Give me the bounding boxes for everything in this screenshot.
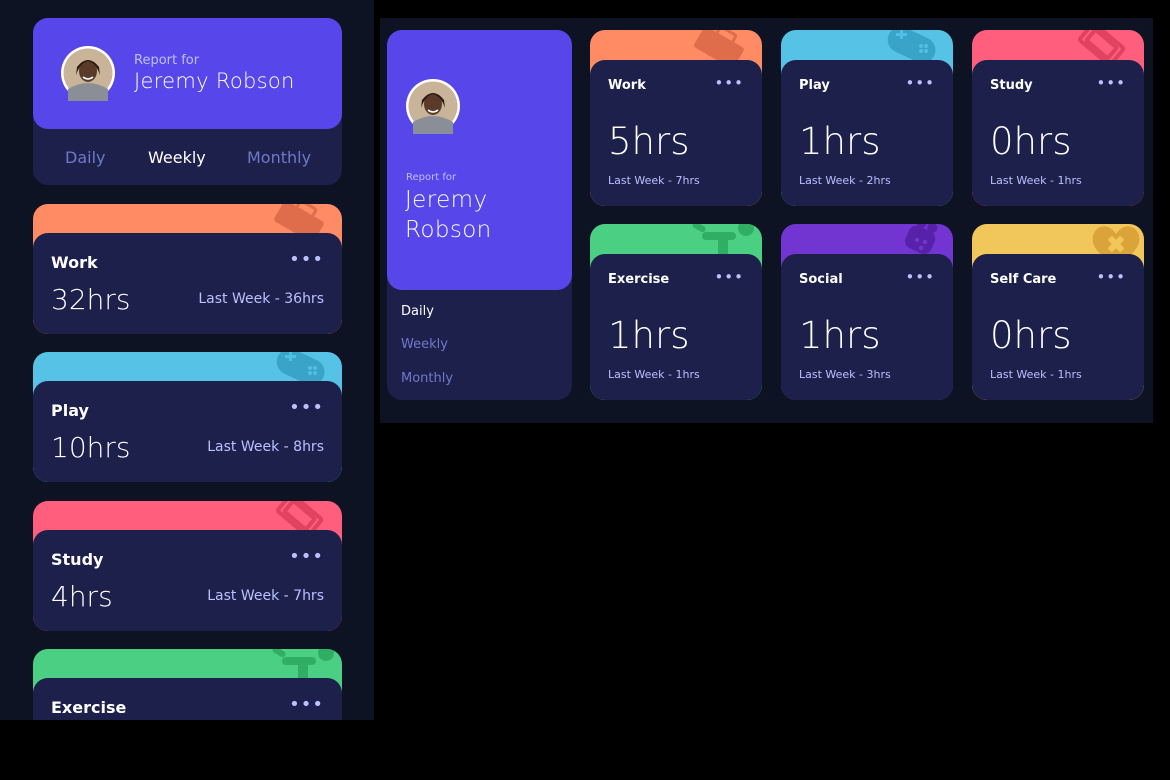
tab-monthly[interactable]: Monthly: [401, 371, 453, 386]
exercise-card[interactable]: Exercise •••: [33, 649, 342, 720]
study-card[interactable]: Study ••• 4hrs Last Week - 7hrs: [33, 501, 342, 631]
work-card-body: Work ••• 5hrs Last Week - 7hrs: [590, 60, 762, 206]
profile-header: Report for Jeremy Robson: [387, 30, 572, 290]
tab-daily[interactable]: Daily: [65, 148, 105, 167]
exercise-card-body: Exercise ••• 1hrs Last Week - 1hrs: [590, 254, 762, 400]
social-icon: [905, 224, 938, 254]
social-card-body: Social ••• 1hrs Last Week - 3hrs: [781, 254, 953, 400]
ellipsis-icon[interactable]: •••: [905, 270, 935, 285]
timeframe-tabs: Daily Weekly Monthly: [33, 148, 342, 168]
profile-header: Report for Jeremy Robson: [33, 18, 342, 129]
tab-weekly[interactable]: Weekly: [401, 337, 448, 352]
previous-hours: Last Week - 1hrs: [990, 174, 1082, 187]
current-hours: 4hrs: [51, 580, 113, 613]
avatar: [406, 79, 460, 134]
card-title: Self Care: [990, 272, 1057, 287]
exercise-card-body: Exercise •••: [33, 678, 342, 720]
user-name: Jeremy Robson: [405, 185, 565, 245]
report-for-label: Report for: [406, 172, 457, 183]
profile-card: Report for Jeremy Robson Daily Weekly Mo…: [387, 30, 572, 400]
work-card-body: Work ••• 32hrs Last Week - 36hrs: [33, 233, 342, 334]
self-care-card[interactable]: Self Care ••• 0hrs Last Week - 1hrs: [972, 224, 1144, 400]
ellipsis-icon[interactable]: •••: [714, 76, 744, 91]
avatar: [61, 46, 115, 101]
current-hours: 1hrs: [608, 314, 690, 357]
ellipsis-icon[interactable]: •••: [905, 76, 935, 91]
work-card[interactable]: Work ••• 5hrs Last Week - 7hrs: [590, 30, 762, 206]
play-card[interactable]: Play ••• 1hrs Last Week - 2hrs: [781, 30, 953, 206]
card-title: Work: [608, 78, 646, 93]
current-hours: 0hrs: [990, 314, 1072, 357]
study-card-body: Study ••• 0hrs Last Week - 1hrs: [972, 60, 1144, 206]
card-title: Exercise: [608, 272, 670, 287]
previous-hours: Last Week - 7hrs: [608, 174, 700, 187]
previous-hours: Last Week - 36hrs: [198, 291, 324, 307]
tab-monthly[interactable]: Monthly: [247, 148, 311, 167]
briefcase-icon: [694, 30, 744, 64]
ellipsis-icon[interactable]: •••: [289, 696, 324, 714]
card-title: Play: [799, 78, 830, 93]
current-hours: 1hrs: [799, 314, 881, 357]
current-hours: 5hrs: [608, 120, 690, 163]
mobile-view: Report for Jeremy Robson Daily Weekly Mo…: [0, 0, 374, 720]
card-title: Exercise: [51, 698, 127, 717]
desktop-view: Report for Jeremy Robson Daily Weekly Mo…: [380, 18, 1153, 423]
current-hours: 1hrs: [799, 120, 881, 163]
card-title: Work: [51, 253, 98, 272]
social-card[interactable]: Social ••• 1hrs Last Week - 3hrs: [781, 224, 953, 400]
runner-icon: [692, 224, 754, 258]
ellipsis-icon[interactable]: •••: [289, 548, 324, 566]
previous-hours: Last Week - 3hrs: [799, 368, 891, 381]
card-title: Play: [51, 401, 89, 420]
user-first-name: Jeremy: [405, 187, 488, 213]
previous-hours: Last Week - 1hrs: [990, 368, 1082, 381]
gamepad-icon: [887, 30, 936, 63]
book-icon: [1078, 30, 1126, 64]
ellipsis-icon[interactable]: •••: [1096, 270, 1126, 285]
current-hours: 0hrs: [990, 120, 1072, 163]
exercise-card[interactable]: Exercise ••• 1hrs Last Week - 1hrs: [590, 224, 762, 400]
play-card-body: Play ••• 1hrs Last Week - 2hrs: [781, 60, 953, 206]
previous-hours: Last Week - 1hrs: [608, 368, 700, 381]
card-title: Study: [990, 78, 1033, 93]
report-for-label: Report for: [134, 53, 200, 68]
user-name: Jeremy Robson: [134, 69, 295, 93]
ellipsis-icon[interactable]: •••: [289, 251, 324, 269]
study-card-body: Study ••• 4hrs Last Week - 7hrs: [33, 530, 342, 631]
self-care-card-body: Self Care ••• 0hrs Last Week - 1hrs: [972, 254, 1144, 400]
card-title: Social: [799, 272, 843, 287]
previous-hours: Last Week - 7hrs: [207, 588, 324, 604]
play-card[interactable]: Play ••• 10hrs Last Week - 8hrs: [33, 352, 342, 482]
ellipsis-icon[interactable]: •••: [1096, 76, 1126, 91]
study-card[interactable]: Study ••• 0hrs Last Week - 1hrs: [972, 30, 1144, 206]
profile-card: Report for Jeremy Robson Daily Weekly Mo…: [33, 18, 342, 185]
tab-weekly[interactable]: Weekly: [148, 148, 206, 167]
user-last-name: Robson: [405, 217, 492, 243]
previous-hours: Last Week - 2hrs: [799, 174, 891, 187]
card-title: Study: [51, 550, 104, 569]
current-hours: 10hrs: [51, 431, 131, 464]
play-card-body: Play ••• 10hrs Last Week - 8hrs: [33, 381, 342, 482]
previous-hours: Last Week - 8hrs: [207, 439, 324, 455]
work-card[interactable]: Work ••• 32hrs Last Week - 36hrs: [33, 204, 342, 334]
ellipsis-icon[interactable]: •••: [714, 270, 744, 285]
ellipsis-icon[interactable]: •••: [289, 399, 324, 417]
tab-daily[interactable]: Daily: [401, 304, 434, 319]
current-hours: 32hrs: [51, 283, 131, 316]
